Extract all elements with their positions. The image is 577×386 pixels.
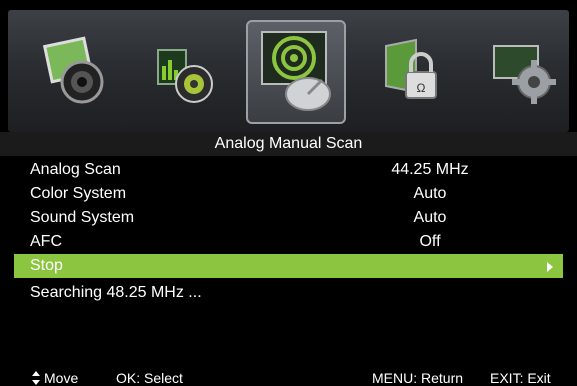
scan-status-text: Searching 48.25 MHz ...: [30, 284, 202, 301]
select-hint: OK: Select: [116, 370, 183, 386]
chevron-right-icon: [547, 262, 553, 272]
channel-icon[interactable]: [246, 20, 346, 124]
move-hint: Move: [44, 370, 79, 386]
row-value: 44.25 MHz: [391, 161, 469, 178]
row-label: Sound System: [30, 209, 135, 226]
row-label: Analog Scan: [30, 161, 121, 178]
svg-text:Ω: Ω: [417, 81, 426, 95]
page-title: Analog Manual Scan: [0, 132, 577, 156]
row-label: Stop: [30, 257, 63, 274]
settings-list: Analog Scan 44.25 MHz Color System Auto …: [0, 158, 577, 278]
analog-scan-row[interactable]: Analog Scan 44.25 MHz: [0, 158, 577, 182]
color-system-row[interactable]: Color System Auto: [0, 182, 577, 206]
exit-hint: EXIT: Exit: [490, 370, 551, 386]
row-label: AFC: [30, 233, 62, 250]
picture-icon[interactable]: [38, 36, 110, 108]
row-label: Color System: [30, 185, 127, 202]
tv-osd-screen: Ω Analog Manual Scan Analog Scan 44.25 M…: [0, 0, 577, 386]
stop-row[interactable]: Stop: [14, 254, 563, 278]
row-value: Off: [419, 233, 441, 250]
lock-icon[interactable]: Ω: [378, 36, 450, 108]
return-hint: MENU: Return: [372, 370, 464, 386]
up-down-arrow-icon: [32, 371, 40, 385]
row-value: Auto: [413, 185, 447, 202]
main-menu-icon-bar: Ω: [8, 10, 569, 132]
row-value: Auto: [413, 209, 447, 226]
footer-hints: Move OK: Select MENU: Return EXIT: Exit: [0, 370, 577, 386]
sound-system-row[interactable]: Sound System Auto: [0, 206, 577, 230]
setup-icon[interactable]: [488, 36, 560, 108]
afc-row[interactable]: AFC Off: [0, 230, 577, 254]
sound-icon[interactable]: [148, 36, 220, 108]
